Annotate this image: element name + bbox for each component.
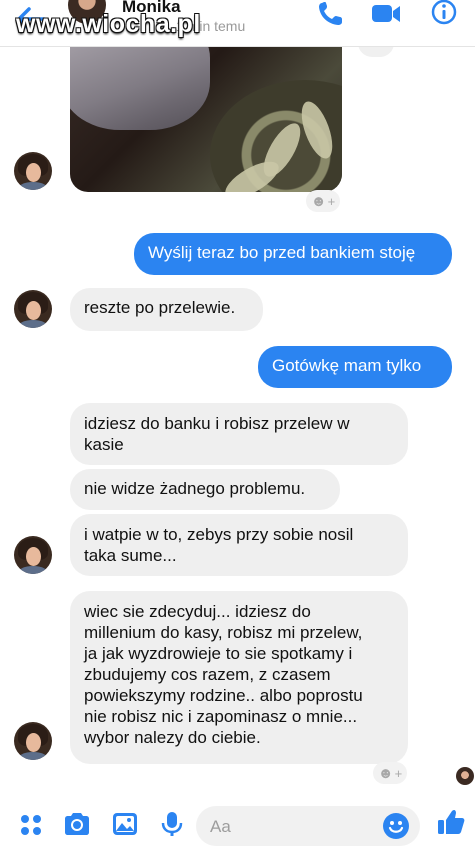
message-bubble-incoming[interactable]: idziesz do banku i robisz przelew w kasi… — [70, 403, 408, 465]
image-icon[interactable] — [110, 810, 140, 838]
watermark: www.wiocha.pl — [16, 10, 201, 38]
message-composer[interactable] — [196, 806, 420, 848]
message-text-line: ja jak wyzdrowieje to sie spotkamy i — [84, 644, 353, 663]
microphone-icon[interactable] — [157, 810, 187, 838]
sender-avatar[interactable] — [14, 290, 52, 328]
message-bubble-outgoing[interactable]: Wyślij teraz bo przed bankiem stoję — [134, 233, 452, 275]
emoji-icon[interactable] — [382, 812, 410, 840]
phone-icon[interactable] — [316, 0, 346, 28]
message-input[interactable] — [208, 806, 372, 848]
message-text-line: kasie — [84, 435, 124, 454]
message-bubble-incoming[interactable]: reszte po przelewie. — [70, 288, 263, 331]
info-icon[interactable] — [430, 0, 460, 28]
message-text-line: idziesz do banku i robisz przelew w — [84, 414, 350, 433]
add-reaction-button[interactable]: ☻ + — [306, 190, 340, 212]
message-text: Wyślij teraz bo przed bankiem stoję — [148, 243, 416, 262]
message-text-line: powiekszymy rodzine.. albo poprostu — [84, 686, 363, 705]
message-bubble-incoming[interactable]: nie widze żadnego problemu. — [70, 469, 340, 510]
message-text-line: zbudujemy cos razem, z czasem — [84, 665, 331, 684]
message-bubble-outgoing[interactable]: Gotówkę mam tylko — [258, 346, 452, 388]
conversation-header: Monika 1 min temu www.wiocha.pl — [0, 0, 475, 47]
four-dots-icon[interactable] — [16, 810, 46, 838]
video-camera-icon[interactable] — [371, 0, 401, 28]
message-text-line: nie robisz nic i zapominasz o mnie... — [84, 707, 358, 726]
thumbs-up-icon[interactable] — [436, 808, 466, 836]
add-reaction-button[interactable]: ☻ + — [373, 762, 407, 784]
plus-icon: + — [327, 193, 336, 209]
emoji-icon: ☻ — [310, 192, 327, 210]
message-text: reszte po przelewie. — [84, 298, 236, 317]
message-text-line: millenium do kasy, robisz mi przelew, — [84, 623, 363, 642]
message-bubble-incoming[interactable]: wiec sie zdecyduj... idziesz do milleniu… — [70, 591, 408, 764]
sender-avatar[interactable] — [14, 536, 52, 574]
message-text-line: wiec sie zdecyduj... idziesz do — [84, 602, 311, 621]
message-bubble-incoming[interactable]: i watpie w to, zebys przy sobie nosil ta… — [70, 514, 408, 576]
sender-avatar[interactable] — [14, 152, 52, 190]
plus-icon: + — [394, 765, 403, 781]
message-text-line: wybor nalezy do ciebie. — [84, 728, 261, 747]
camera-icon[interactable] — [62, 810, 92, 838]
message-text-line: taka sume... — [84, 546, 177, 565]
message-text: Gotówkę mam tylko — [272, 356, 422, 375]
emoji-icon: ☻ — [377, 764, 394, 782]
sender-avatar[interactable] — [14, 722, 52, 760]
message-text: nie widze żadnego problemu. — [84, 479, 306, 498]
message-text-line: i watpie w to, zebys przy sobie nosil — [84, 525, 354, 544]
seen-avatar — [456, 767, 474, 785]
photo-message[interactable] — [70, 30, 342, 192]
